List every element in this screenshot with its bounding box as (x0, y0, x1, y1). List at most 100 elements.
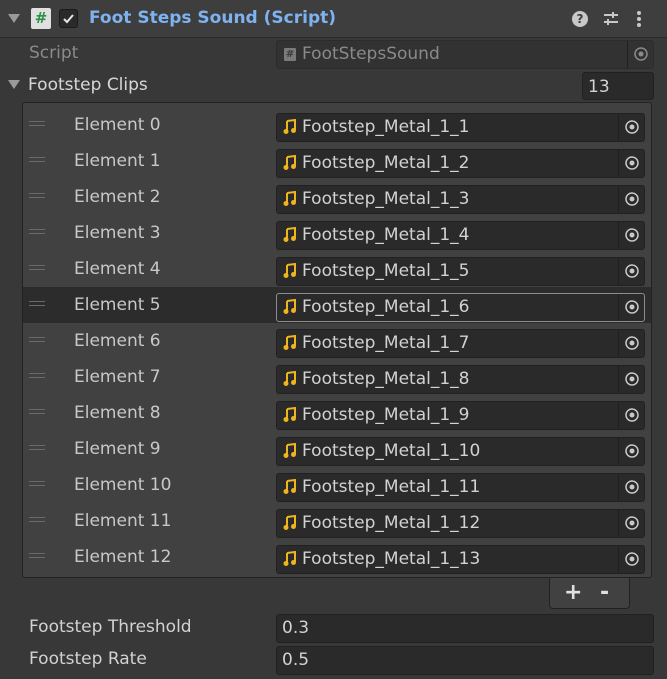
script-file-icon: # (284, 48, 296, 61)
object-picker-button[interactable] (618, 294, 644, 321)
list-item[interactable]: Element 4 Footstep_Metal_1_5 (23, 251, 651, 287)
list-item[interactable]: Element 6 Footstep_Metal_1_7 (23, 323, 651, 359)
object-picker-button[interactable] (618, 114, 644, 141)
list-item[interactable]: Element 9 Footstep_Metal_1_10 (23, 431, 651, 467)
target-icon (634, 47, 648, 61)
object-picker-button[interactable] (618, 150, 644, 177)
element-label: Element 6 (74, 331, 161, 351)
audio-clip-field[interactable]: Footstep_Metal_1_5 (276, 257, 645, 286)
drag-handle-icon[interactable] (29, 337, 45, 342)
audio-clip-name: Footstep_Metal_1_9 (302, 405, 470, 425)
component-title[interactable]: Foot Steps Sound (Script) (89, 8, 336, 28)
target-icon (625, 372, 639, 386)
object-picker-button[interactable] (618, 546, 644, 573)
component-header: # Foot Steps Sound (Script) ? (0, 0, 667, 38)
list-item[interactable]: Element 8 Footstep_Metal_1_9 (23, 395, 651, 431)
drag-handle-icon[interactable] (29, 373, 45, 378)
drag-handle-icon[interactable] (29, 445, 45, 450)
drag-handle-icon[interactable] (29, 553, 45, 558)
audio-clip-icon (283, 335, 296, 350)
footstep-threshold-field[interactable]: 0.3 (276, 614, 654, 643)
list-item[interactable]: Element 3 Footstep_Metal_1_4 (23, 215, 651, 251)
add-element-button[interactable]: + (564, 580, 582, 605)
footstep-rate-value: 0.5 (282, 650, 310, 670)
drag-handle-icon[interactable] (29, 517, 45, 522)
target-icon (625, 264, 639, 278)
audio-clip-field[interactable]: Footstep_Metal_1_2 (276, 149, 645, 178)
array-size-field[interactable]: 13 (582, 72, 654, 100)
list-item[interactable]: Element 11 Footstep_Metal_1_12 (23, 503, 651, 539)
remove-element-button[interactable]: - (600, 580, 609, 605)
audio-clip-name: Footstep_Metal_1_12 (302, 513, 481, 533)
audio-clip-field[interactable]: Footstep_Metal_1_6 (276, 293, 645, 322)
collapse-arrow-icon[interactable] (8, 14, 20, 23)
element-label: Element 10 (74, 475, 172, 495)
target-icon (625, 300, 639, 314)
audio-clip-field[interactable]: Footstep_Metal_1_1 (276, 113, 645, 142)
drag-handle-icon[interactable] (29, 193, 45, 198)
footstep-threshold-label: Footstep Threshold (29, 617, 192, 637)
list-item[interactable]: Element 10 Footstep_Metal_1_11 (23, 467, 651, 503)
checkmark-icon (63, 14, 74, 24)
list-item[interactable]: Element 7 Footstep_Metal_1_8 (23, 359, 651, 395)
element-label: Element 9 (74, 439, 161, 459)
footstep-rate-label: Footstep Rate (29, 649, 147, 669)
script-field[interactable]: # FootStepsSound (276, 40, 654, 69)
list-item[interactable]: Element 1 Footstep_Metal_1_2 (23, 143, 651, 179)
audio-clip-name: Footstep_Metal_1_1 (302, 117, 470, 137)
object-picker-button[interactable] (627, 41, 653, 68)
list-item[interactable]: Element 2 Footstep_Metal_1_3 (23, 179, 651, 215)
element-label: Element 12 (74, 547, 172, 567)
element-label: Element 11 (74, 511, 172, 531)
drag-handle-icon[interactable] (29, 481, 45, 486)
audio-clip-field[interactable]: Footstep_Metal_1_12 (276, 509, 645, 538)
audio-clip-field[interactable]: Footstep_Metal_1_10 (276, 437, 645, 466)
audio-clip-name: Footstep_Metal_1_13 (302, 549, 481, 569)
object-picker-button[interactable] (618, 222, 644, 249)
enabled-checkbox[interactable] (59, 9, 78, 28)
footstep-clips-foldout-arrow-icon[interactable] (8, 80, 20, 89)
footstep-rate-field[interactable]: 0.5 (276, 646, 654, 675)
array-size-value: 13 (588, 77, 610, 97)
list-item[interactable]: Element 0 Footstep_Metal_1_1 (23, 107, 651, 143)
audio-clip-field[interactable]: Footstep_Metal_1_3 (276, 185, 645, 214)
drag-handle-icon[interactable] (29, 409, 45, 414)
object-picker-button[interactable] (618, 186, 644, 213)
list-item[interactable]: Element 12 Footstep_Metal_1_13 (23, 539, 651, 575)
audio-clip-icon (283, 371, 296, 386)
drag-handle-icon[interactable] (29, 265, 45, 270)
audio-clip-name: Footstep_Metal_1_8 (302, 369, 470, 389)
drag-handle-icon[interactable] (29, 301, 45, 306)
element-label: Element 7 (74, 367, 161, 387)
footstep-clips-label[interactable]: Footstep Clips (28, 75, 148, 95)
audio-clip-field[interactable]: Footstep_Metal_1_8 (276, 365, 645, 394)
object-picker-button[interactable] (618, 366, 644, 393)
element-label: Element 2 (74, 187, 161, 207)
drag-handle-icon[interactable] (29, 157, 45, 162)
object-picker-button[interactable] (618, 258, 644, 285)
audio-clip-field[interactable]: Footstep_Metal_1_4 (276, 221, 645, 250)
object-picker-button[interactable] (618, 438, 644, 465)
audio-clip-icon (283, 191, 296, 206)
audio-clip-icon (283, 299, 296, 314)
audio-clip-field[interactable]: Footstep_Metal_1_7 (276, 329, 645, 358)
audio-clip-field[interactable]: Footstep_Metal_1_13 (276, 545, 645, 574)
drag-handle-icon[interactable] (29, 229, 45, 234)
audio-clip-icon (283, 155, 296, 170)
audio-clip-icon (283, 551, 296, 566)
audio-clip-field[interactable]: Footstep_Metal_1_11 (276, 473, 645, 502)
object-picker-button[interactable] (618, 474, 644, 501)
drag-handle-icon[interactable] (29, 121, 45, 126)
audio-clip-icon (283, 407, 296, 422)
object-picker-button[interactable] (618, 510, 644, 537)
help-icon[interactable]: ? (572, 11, 588, 27)
object-picker-button[interactable] (618, 402, 644, 429)
preset-icon[interactable] (602, 10, 620, 32)
audio-clip-field[interactable]: Footstep_Metal_1_9 (276, 401, 645, 430)
list-item[interactable]: Element 5 Footstep_Metal_1_6 (23, 287, 651, 323)
element-label: Element 1 (74, 151, 161, 171)
object-picker-button[interactable] (618, 330, 644, 357)
kebab-menu-icon[interactable] (634, 10, 644, 32)
target-icon (625, 156, 639, 170)
script-value: FootStepsSound (302, 44, 440, 64)
